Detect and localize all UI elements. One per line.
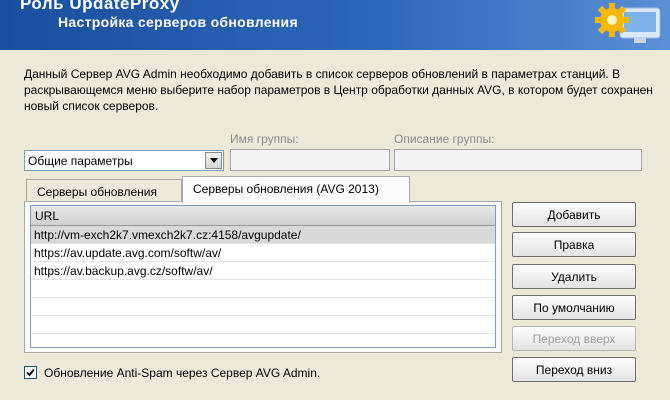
tab-update-servers-avg2013[interactable]: Серверы обновления (AVG 2013) (182, 176, 410, 203)
list-item[interactable]: https://av.backup.avg.cz/softw/av/ (31, 262, 495, 280)
add-button[interactable]: Добавить (512, 202, 636, 227)
wizard-header: Роль UpdateProxy Настройка серверов обно… (0, 0, 670, 50)
checkmark-icon (26, 368, 35, 377)
tab-update-servers[interactable]: Серверы обновления (26, 179, 182, 203)
edit-button[interactable]: Правка (512, 232, 636, 257)
move-down-button[interactable]: Переход вниз (512, 357, 636, 382)
empty-list-row (31, 298, 495, 316)
empty-list-row (31, 334, 495, 347)
default-button[interactable]: По умолчанию (512, 295, 636, 320)
list-item[interactable]: https://av.update.avg.com/softw/av/ (31, 244, 495, 262)
empty-list-row (31, 280, 495, 298)
dropdown-arrow-icon[interactable] (205, 152, 222, 169)
antispam-checkbox[interactable] (24, 366, 37, 379)
group-name-field[interactable] (230, 149, 390, 171)
antispam-checkbox-label[interactable]: Обновление Anti-Spam через Сервер AVG Ad… (44, 366, 320, 380)
delete-button[interactable]: Удалить (512, 264, 636, 289)
list-item[interactable]: http://vm-exch2k7.vmexch2k7.cz:4158/avgu… (31, 226, 495, 244)
group-description-field[interactable] (394, 149, 642, 171)
gear-monitor-icon (595, 3, 661, 43)
group-name-label: Имя группы: (230, 132, 299, 146)
wizard-subtitle: Настройка серверов обновления (58, 14, 298, 30)
move-up-button[interactable]: Переход вверх (512, 326, 636, 351)
server-url-list[interactable]: URL http://vm-exch2k7.vmexch2k7.cz:4158/… (30, 205, 496, 348)
description-text: Данный Сервер AVG Admin необходимо добав… (24, 67, 653, 113)
settings-set-select[interactable]: Общие параметры (24, 150, 224, 171)
empty-list-row (31, 316, 495, 334)
wizard-title: Роль UpdateProxy (20, 0, 180, 13)
settings-set-value: Общие параметры (28, 154, 133, 168)
url-column-header[interactable]: URL (31, 206, 495, 226)
group-description-label: Описание группы: (394, 132, 495, 146)
